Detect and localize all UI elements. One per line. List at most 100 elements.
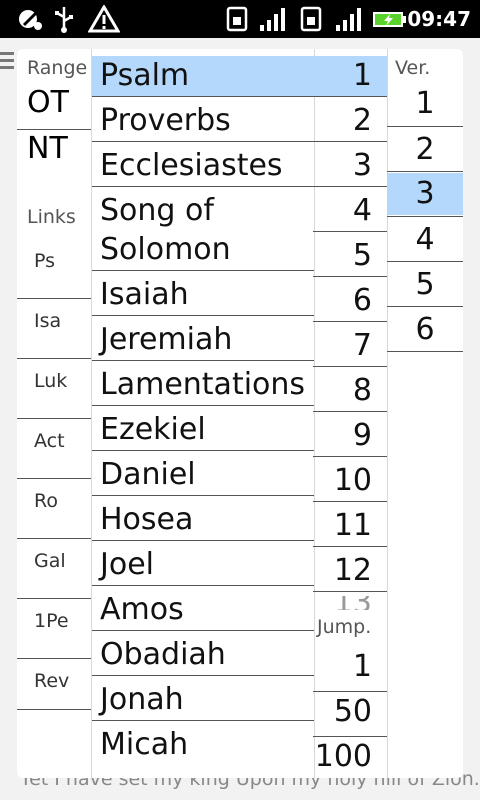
signal-icon	[334, 5, 362, 33]
chapter-item[interactable]: 12	[313, 551, 387, 591]
link-rev[interactable]: Rev	[17, 659, 91, 719]
link-gal[interactable]: Gal	[17, 539, 91, 599]
status-bar: 09:47	[0, 0, 480, 38]
chapter-item[interactable]: 4	[313, 191, 387, 231]
divider	[92, 96, 314, 97]
divider	[92, 405, 314, 406]
link-ro[interactable]: Ro	[17, 479, 91, 539]
divider	[92, 675, 314, 676]
notification-icon	[16, 5, 44, 33]
divider	[17, 129, 91, 130]
books-column: Psalm Proverbs Ecclesiastes Song of Solo…	[91, 49, 315, 778]
book-item[interactable]: Obadiah	[92, 635, 314, 675]
divider	[92, 585, 314, 586]
chapters-column: 1 2 3 4 5 6 7 8 9 10 11 12 13 Jump. 1 50…	[313, 49, 388, 778]
divider	[92, 630, 314, 631]
book-item[interactable]: Ezekiel	[92, 410, 314, 450]
divider	[313, 366, 387, 367]
range-option-ot[interactable]: OT	[27, 85, 69, 120]
book-item[interactable]: Song of Solomon	[92, 191, 314, 271]
divider	[313, 276, 387, 277]
verses-column: Ver. 1 2 3 4 5 6	[387, 49, 463, 778]
chapter-item[interactable]: 7	[313, 326, 387, 366]
sim-icon	[226, 5, 250, 33]
divider	[313, 96, 387, 97]
jump-item[interactable]: 1	[313, 647, 387, 687]
divider	[92, 360, 314, 361]
divider	[313, 186, 387, 187]
link-luk[interactable]: Luk	[17, 359, 91, 419]
verse-item[interactable]: 1	[387, 84, 463, 124]
divider	[313, 546, 387, 547]
divider	[387, 126, 463, 127]
book-item[interactable]: Lamentations	[92, 365, 314, 405]
sim-icon	[300, 5, 324, 33]
warning-icon	[87, 4, 121, 33]
divider	[387, 351, 463, 352]
divider	[92, 720, 314, 721]
verse-item[interactable]: 4	[387, 220, 463, 260]
battery-charging-icon	[372, 5, 408, 33]
verse-item-selected[interactable]: 3	[387, 173, 463, 215]
divider	[387, 306, 463, 307]
usb-icon	[52, 5, 76, 33]
chapter-item-partial[interactable]: 13	[313, 596, 387, 610]
chapter-item-partial-text: 13	[313, 596, 372, 610]
divider	[92, 315, 314, 316]
links-header: Links	[27, 206, 76, 228]
chapter-item[interactable]: 3	[313, 146, 387, 186]
divider	[313, 456, 387, 457]
jump-item[interactable]: 50	[313, 692, 387, 732]
divider	[92, 141, 314, 142]
divider	[92, 495, 314, 496]
divider	[92, 450, 314, 451]
divider	[313, 321, 387, 322]
book-item[interactable]: Jonah	[92, 680, 314, 720]
divider	[313, 411, 387, 412]
verse-item[interactable]: 5	[387, 265, 463, 305]
divider	[92, 540, 314, 541]
chapter-item[interactable]: 11	[313, 506, 387, 546]
divider	[92, 186, 314, 187]
chapter-item[interactable]: 6	[313, 281, 387, 321]
book-item[interactable]: Ecclesiastes	[92, 146, 314, 186]
book-item[interactable]: Amos	[92, 590, 314, 630]
chapter-item-selected[interactable]: 1	[313, 56, 387, 96]
chapter-item[interactable]: 5	[313, 236, 387, 276]
range-column: Range OT NT Links Ps Isa Luk Act Ro Gal …	[17, 49, 91, 778]
verse-item[interactable]: 2	[387, 130, 463, 170]
link-act[interactable]: Act	[17, 419, 91, 479]
divider	[17, 709, 91, 710]
chapter-item[interactable]: 9	[313, 416, 387, 456]
chapter-item[interactable]: 10	[313, 461, 387, 501]
verse-header: Ver.	[395, 57, 431, 79]
book-item[interactable]: Daniel	[92, 455, 314, 495]
signal-icon	[258, 5, 286, 33]
book-item-selected[interactable]: Psalm	[92, 56, 314, 96]
passage-picker-dialog: Range OT NT Links Ps Isa Luk Act Ro Gal …	[17, 49, 463, 778]
book-item[interactable]: Joel	[92, 545, 314, 585]
chapter-item[interactable]: 2	[313, 101, 387, 141]
link-isa[interactable]: Isa	[17, 299, 91, 359]
divider	[313, 591, 387, 592]
book-item[interactable]: Isaiah	[92, 275, 314, 315]
chapter-item[interactable]: 8	[313, 371, 387, 411]
menu-icon	[0, 52, 14, 70]
range-header: Range	[27, 57, 88, 79]
book-item[interactable]: Jeremiah	[92, 320, 314, 360]
jump-item[interactable]: 100	[313, 737, 387, 777]
divider	[313, 231, 387, 232]
divider	[387, 216, 463, 217]
book-item[interactable]: Proverbs	[92, 101, 314, 141]
link-ps[interactable]: Ps	[17, 239, 91, 299]
divider	[313, 501, 387, 502]
range-option-nt[interactable]: NT	[27, 131, 68, 166]
book-item[interactable]: Hosea	[92, 500, 314, 540]
divider	[313, 141, 387, 142]
link-1pe[interactable]: 1Pe	[17, 599, 91, 659]
book-item[interactable]: Micah	[92, 725, 314, 765]
divider	[387, 261, 463, 262]
verse-item[interactable]: 6	[387, 310, 463, 350]
jump-header: Jump.	[317, 616, 372, 638]
clock: 09:47	[407, 7, 471, 31]
